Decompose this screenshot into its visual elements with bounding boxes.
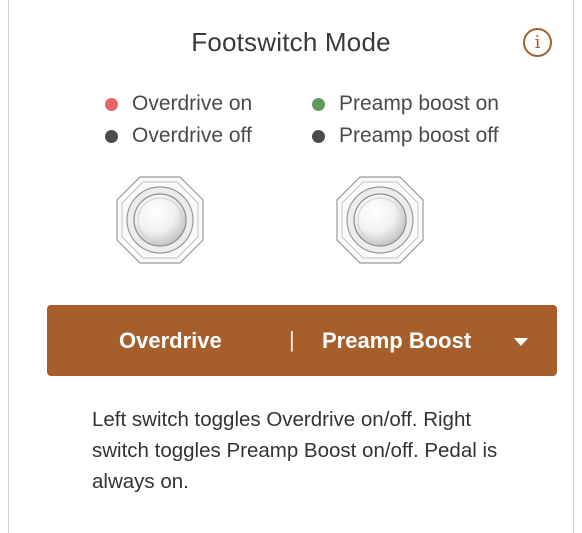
red-dot-icon — [105, 97, 118, 111]
mode-left-label: Overdrive — [119, 328, 222, 353]
info-icon: i — [534, 32, 541, 53]
legend-label: Overdrive on — [132, 92, 253, 115]
mode-separator: | — [289, 327, 295, 352]
left-footswitch-icon[interactable] — [110, 170, 210, 270]
page-title: Footswitch Mode — [191, 27, 391, 57]
legend-preamp-boost: Preamp boost on Preamp boost off — [312, 88, 499, 152]
legend-label: Preamp boost off — [339, 124, 499, 147]
left-border — [8, 0, 9, 533]
mode-right-label: Preamp Boost — [322, 328, 472, 353]
right-footswitch-icon[interactable] — [330, 170, 430, 270]
legend-item-preamp-boost-off: Preamp boost off — [312, 120, 499, 152]
info-button[interactable]: i — [523, 28, 552, 57]
legend-label: Overdrive off — [132, 124, 252, 147]
dark-dot-icon — [312, 129, 325, 143]
green-dot-icon — [312, 97, 325, 111]
legend-label: Preamp boost on — [339, 92, 499, 115]
legend-item-overdrive-off: Overdrive off — [105, 120, 252, 152]
legend-item-preamp-boost-on: Preamp boost on — [312, 88, 499, 120]
dark-dot-icon — [105, 129, 118, 143]
caret-down-icon[interactable] — [514, 338, 528, 346]
footswitch-mode-dropdown[interactable]: Overdrive | Preamp Boost — [47, 305, 557, 376]
mode-description: Left switch toggles Overdrive on/off. Ri… — [92, 408, 498, 493]
right-border — [573, 0, 574, 533]
legend-item-overdrive-on: Overdrive on — [105, 88, 252, 120]
legend-overdrive: Overdrive on Overdrive off — [105, 88, 252, 152]
